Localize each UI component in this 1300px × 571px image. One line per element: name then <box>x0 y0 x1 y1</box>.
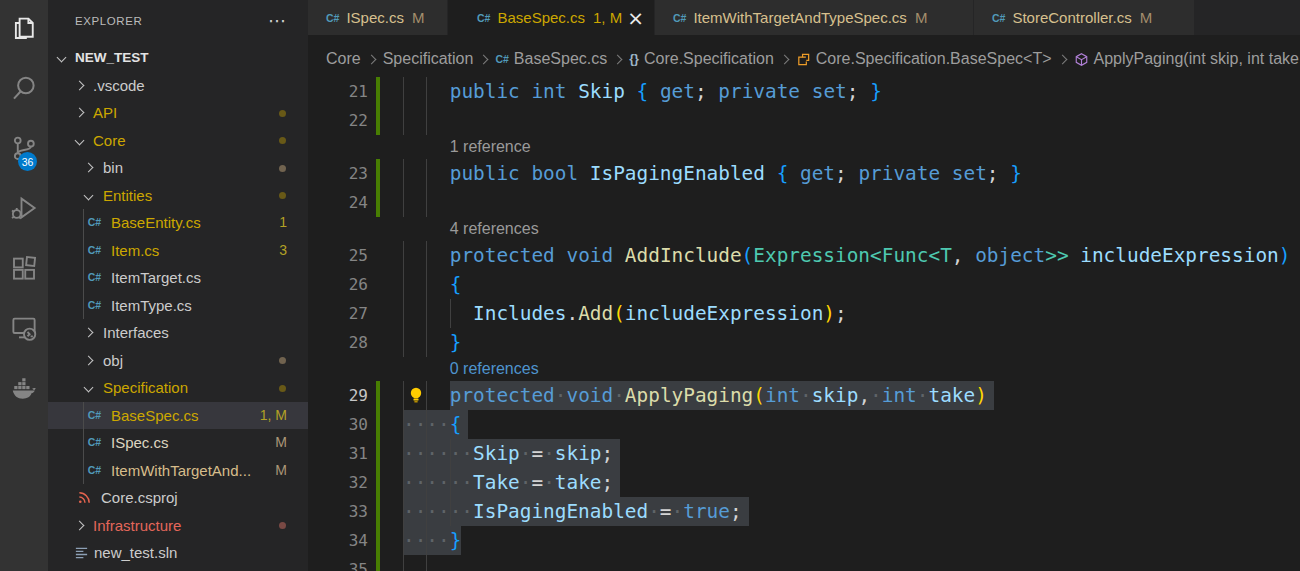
line-number: 33 <box>308 497 368 526</box>
line-number: 23 <box>308 159 368 188</box>
line-number: 31 <box>308 439 368 468</box>
line-number: 21 <box>308 77 368 106</box>
vscode-window: 36 EXPLORER ⋯ NEW_TEST.vscodeAPICorebinE… <box>0 0 1300 571</box>
line-number: 28 <box>308 328 368 357</box>
line-number: 34 <box>308 526 368 555</box>
codelens-references: 1 reference <box>450 135 531 159</box>
indent-guide <box>403 106 404 135</box>
code-line[interactable]: ····{ <box>403 410 461 439</box>
gutter-modified-bar <box>376 77 380 106</box>
code-area[interactable]: 21 public int Skip { get; private set; }… <box>0 0 1300 571</box>
gutter-modified-bar <box>376 106 380 135</box>
code-line[interactable]: ······IsPagingEnabled·=·true; <box>403 497 742 526</box>
line-number: 22 <box>308 106 368 135</box>
indent-guide <box>426 106 427 135</box>
indent-guide <box>426 555 427 571</box>
gutter-modified-bar <box>376 381 380 410</box>
editor-area: C#ISpec.csMC#BaseSpec.cs1, M×C#ItemWithT… <box>308 0 1300 571</box>
gutter-modified-bar <box>376 159 380 188</box>
gutter-modified-bar <box>376 497 380 526</box>
line-number: 32 <box>308 468 368 497</box>
codelens-references: 4 references <box>450 217 539 241</box>
gutter-modified-bar <box>376 526 380 555</box>
gutter-modified-bar <box>376 188 380 217</box>
code-line[interactable]: ····} <box>403 526 461 555</box>
line-number: 24 <box>308 188 368 217</box>
indent-guide <box>403 555 404 571</box>
code-line[interactable]: ······Skip·=·skip; <box>403 439 613 468</box>
gutter-modified-bar <box>376 468 380 497</box>
line-number: 30 <box>308 410 368 439</box>
code-line[interactable]: { <box>403 270 461 299</box>
gutter-modified-bar <box>376 555 380 571</box>
gutter-modified-bar <box>376 410 380 439</box>
code-line[interactable]: Includes.Add(includeExpression); <box>403 299 847 328</box>
code-line[interactable]: } <box>403 328 461 357</box>
line-number: 27 <box>308 299 368 328</box>
code-line[interactable]: protected void AddInclude(Expression<Fun… <box>403 241 1290 270</box>
code-line[interactable]: protected·void·ApplyPaging(int·skip,·int… <box>403 381 987 410</box>
code-line[interactable]: ······Take·=·take; <box>403 468 613 497</box>
code-line[interactable]: public int Skip { get; private set; } <box>403 77 882 106</box>
codelens-references[interactable]: 0 references <box>450 357 539 381</box>
line-number: 35 <box>308 555 368 571</box>
line-number: 25 <box>308 241 368 270</box>
code-line[interactable]: public bool IsPagingEnabled { get; priva… <box>403 159 1022 188</box>
indent-guide <box>403 188 404 217</box>
line-number: 29 <box>308 381 368 410</box>
line-number: 26 <box>308 270 368 299</box>
gutter-modified-bar <box>376 439 380 468</box>
indent-guide <box>426 188 427 217</box>
